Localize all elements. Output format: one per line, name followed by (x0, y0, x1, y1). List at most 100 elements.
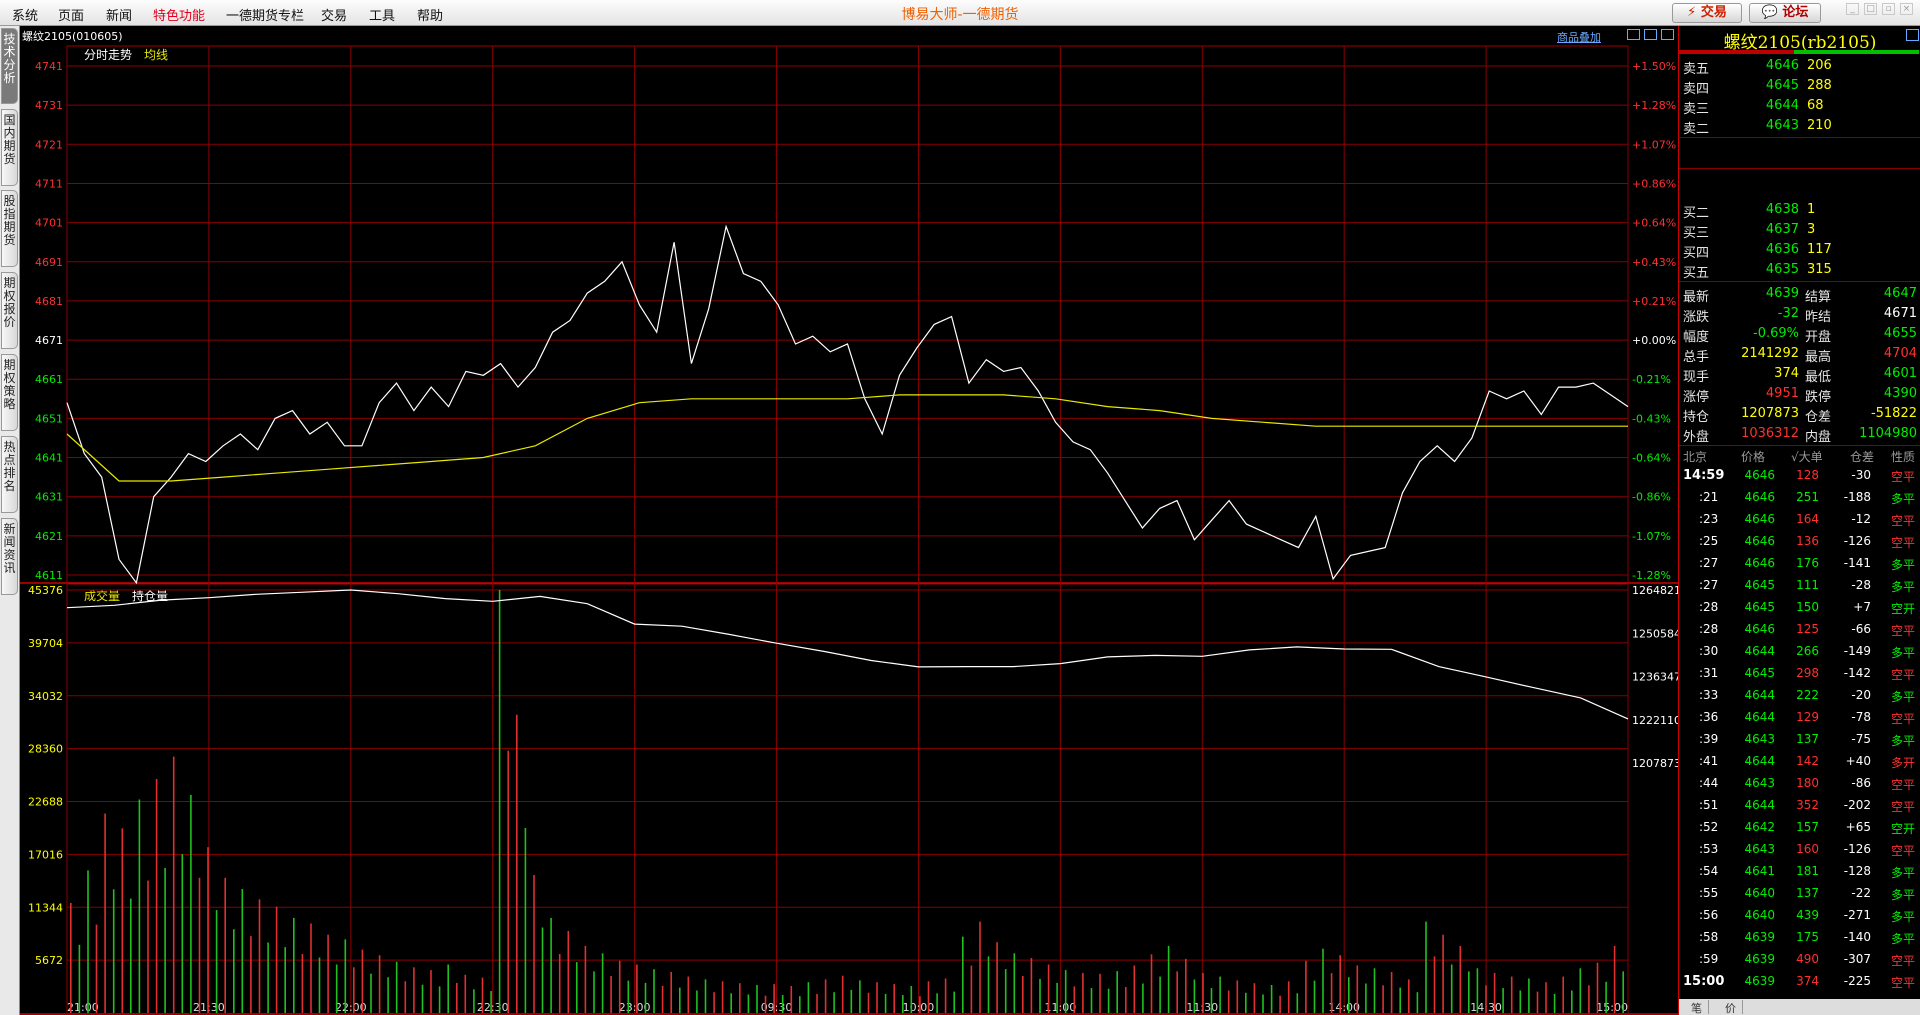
left-tab-1[interactable]: 国内期货 (1, 109, 18, 186)
tick-row[interactable]: :51 4644 352 -202 空平 (1679, 795, 1920, 817)
menu-item-0[interactable]: 系统 (12, 5, 38, 24)
volume-bar (215, 910, 218, 1013)
tick-nature: 空平 (1891, 800, 1916, 814)
tick-row[interactable]: :30 4644 266 -149 多平 (1679, 641, 1920, 663)
tick-volume: 128 (1796, 468, 1819, 482)
tick-row[interactable]: 14:59 4646 128 -30 空平 (1679, 465, 1920, 487)
tick-price: 4645 (1744, 578, 1775, 592)
tick-row[interactable]: :28 4646 125 -66 空平 (1679, 619, 1920, 641)
minimize-icon[interactable]: _ (1846, 3, 1859, 15)
left-tab-2[interactable]: 股指期货 (1, 190, 18, 267)
tick-row[interactable]: :23 4646 164 -12 空平 (1679, 509, 1920, 531)
volume-bar (1133, 965, 1136, 1013)
tick-time: 15:00 (1683, 974, 1725, 989)
tick-row[interactable]: :58 4639 175 -140 多平 (1679, 927, 1920, 949)
volume-bar (353, 967, 355, 1013)
menu-item-3[interactable]: 特色功能 (153, 5, 205, 24)
forum-button[interactable]: 💬 论坛 (1749, 3, 1821, 23)
tick-price: 4644 (1744, 710, 1775, 724)
tick-row[interactable]: :33 4644 222 -20 多平 (1679, 685, 1920, 707)
left-tab-6[interactable]: 新闻资讯 (1, 518, 18, 595)
tick-row[interactable]: :53 4643 160 -126 空平 (1679, 839, 1920, 861)
divider (1679, 137, 1920, 138)
tick-row[interactable]: :28 4645 150 +7 空开 (1679, 597, 1920, 619)
left-tab-3[interactable]: 期权报价 (1, 272, 18, 349)
time-tick-label: 22:30 (477, 1001, 509, 1014)
overlay-link[interactable]: 商品叠加 (1557, 29, 1601, 45)
volume-bar (747, 994, 750, 1013)
volume-bar (644, 982, 647, 1013)
tick-tab-1[interactable]: 价 (1719, 1000, 1743, 1015)
tick-time: :27 (1699, 556, 1719, 570)
volume-bar (370, 973, 372, 1013)
tick-row[interactable]: :36 4644 129 -78 空平 (1679, 707, 1920, 729)
tick-row[interactable]: :52 4642 157 +65 空开 (1679, 817, 1920, 839)
tick-price: 4646 (1744, 468, 1775, 482)
symbol-label: 螺纹2105(010605) (22, 30, 123, 43)
left-tab-5[interactable]: 热点排名 (1, 436, 18, 513)
tick-row[interactable]: :31 4645 298 -142 空平 (1679, 663, 1920, 685)
tick-row[interactable]: :44 4643 180 -86 空平 (1679, 773, 1920, 795)
tick-tab-0[interactable]: 笔 (1685, 1000, 1709, 1015)
tick-row[interactable]: :56 4640 439 -271 多平 (1679, 905, 1920, 927)
tick-nature: 多平 (1891, 558, 1916, 572)
tick-price: 4644 (1744, 688, 1775, 702)
volume-bar (438, 986, 441, 1013)
tick-row[interactable]: :21 4646 251 -188 多平 (1679, 487, 1920, 509)
tick-row[interactable]: 15:00 4639 374 -225 空平 (1679, 971, 1920, 993)
menu-item-7[interactable]: 帮助 (417, 5, 443, 24)
menu-item-6[interactable]: 工具 (369, 5, 395, 24)
layout-toggle-icon[interactable] (1627, 29, 1640, 40)
stat-row: 持仓 1207873 仓差 -51822 (1679, 404, 1920, 425)
tick-row[interactable]: :25 4646 136 -126 空平 (1679, 531, 1920, 553)
volume-bar (1279, 995, 1281, 1013)
menu-item-4[interactable]: 一德期货专栏 (226, 5, 304, 24)
volume-bar (1468, 971, 1470, 1013)
volume-bar (1253, 983, 1256, 1013)
menu-item-5[interactable]: 交易 (321, 5, 347, 24)
average-series-line (66, 394, 1628, 482)
split-view-icon[interactable] (1644, 29, 1657, 40)
quote-panel: 螺纹2105(rb2105) 卖五 4646 206 卖四 4645 288 卖三 4644 6… (1678, 26, 1920, 1015)
order-price: 4637 (1765, 222, 1799, 237)
fullscreen-icon[interactable] (1661, 29, 1674, 40)
stat-label: 昨结 (1805, 310, 1832, 325)
close-icon[interactable]: × (1900, 3, 1913, 15)
volume-bar (155, 779, 158, 1013)
price-tick-label: 4711 (35, 177, 63, 190)
volume-bar (1159, 976, 1161, 1013)
tick-row[interactable]: :59 4639 490 -307 空平 (1679, 949, 1920, 971)
stat-row: 涨跌 -32 昨结 4671 (1679, 304, 1920, 325)
volume-bar (1287, 981, 1290, 1013)
maximize-icon[interactable]: □ (1864, 3, 1877, 15)
panel-toggle-icon[interactable] (1906, 29, 1919, 41)
volume-bar (696, 990, 698, 1013)
trade-button[interactable]: ⚡ 交易 (1672, 3, 1742, 23)
left-tab-0[interactable]: 技术分析 (1, 28, 18, 104)
left-tab-4[interactable]: 期权策略 (1, 354, 18, 431)
order-label: 买五 (1683, 266, 1710, 281)
volume-bar (104, 813, 106, 1013)
volume-bar (430, 970, 432, 1013)
restore-icon[interactable]: ▫ (1882, 3, 1895, 15)
tick-time: :36 (1699, 710, 1719, 724)
volume-bar (1245, 992, 1247, 1013)
tick-row[interactable]: :27 4646 176 -141 多平 (1679, 553, 1920, 575)
tick-nature: 空平 (1891, 470, 1916, 484)
volume-bar (533, 875, 535, 1013)
tick-row[interactable]: :54 4641 181 -128 多平 (1679, 861, 1920, 883)
volume-bar (1613, 945, 1616, 1013)
volume-bar (541, 927, 544, 1013)
menu-item-2[interactable]: 新闻 (106, 5, 132, 24)
tick-row[interactable]: :55 4640 137 -22 多平 (1679, 883, 1920, 905)
tick-row[interactable]: :27 4645 111 -28 多平 (1679, 575, 1920, 597)
volume-bar (816, 993, 818, 1013)
tick-row[interactable]: :39 4643 137 -75 多平 (1679, 729, 1920, 751)
tick-row[interactable]: :41 4644 142 +40 多开 (1679, 751, 1920, 773)
open-interest-tick-label: 1250584 (1632, 627, 1678, 640)
tick-oi-change: +7 (1853, 600, 1871, 614)
menu-item-1[interactable]: 页面 (58, 5, 84, 24)
volume-bar (1227, 990, 1230, 1013)
chat-bubble-icon: 💬 (1761, 5, 1778, 20)
tick-oi-change: -140 (1843, 930, 1871, 944)
